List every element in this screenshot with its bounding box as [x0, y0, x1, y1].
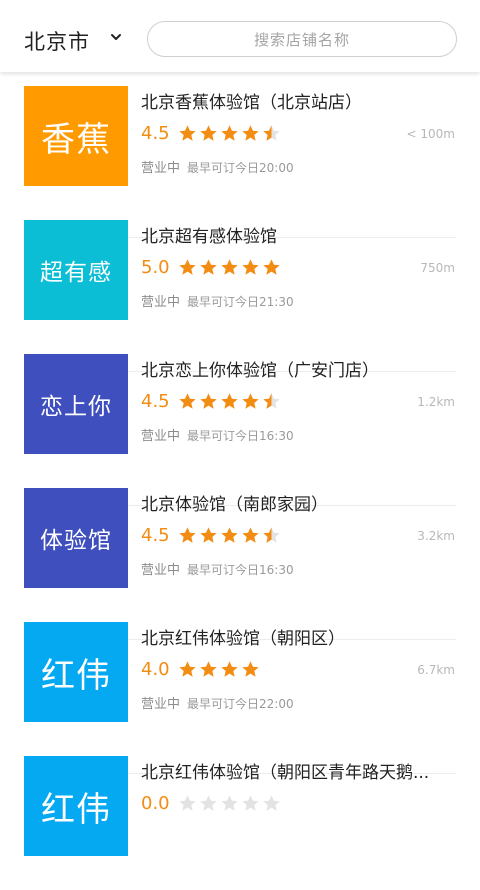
store-distance: 1.2km [417, 395, 455, 409]
rating: 4.0 [141, 657, 260, 681]
star-filled-icon [220, 124, 238, 141]
star-filled-icon [199, 526, 217, 543]
star-filled-icon [220, 258, 238, 275]
earliest-booking: 最早可订今日16:30 [187, 563, 294, 577]
open-status: 营业中 [141, 563, 181, 578]
star-filled-icon [241, 258, 259, 275]
star-filled-icon [241, 660, 259, 677]
earliest-booking: 最早可订今日22:00 [187, 697, 294, 711]
rating-score: 5.0 [141, 256, 170, 278]
star-empty-icon [241, 794, 259, 811]
store-row[interactable]: 体验馆 北京体验馆（南郎家园） 4.5 3.2km 营业中 最早可订今日16:30 [0, 488, 480, 640]
store-name: 北京超有感体验馆 [141, 227, 277, 247]
store-status-line: 营业中 最早可订今日21:30 [141, 291, 294, 310]
store-name: 北京恋上你体验馆（广安门店） [141, 361, 379, 381]
star-filled-icon [178, 392, 196, 409]
star-filled-icon [241, 526, 259, 543]
star-filled-icon [178, 124, 196, 141]
star-empty-icon [220, 794, 238, 811]
chevron-down-icon[interactable] [106, 27, 126, 47]
star-half-icon [262, 124, 280, 141]
city-selector[interactable]: 北京市 [24, 26, 90, 56]
rating-stars [178, 124, 281, 143]
earliest-booking: 最早可订今日20:00 [187, 161, 294, 175]
store-row[interactable]: 红伟 北京红伟体验馆（朝阳区） 4.0 6.7km 营业中 最早可订今日22:00 [0, 622, 480, 774]
store-name: 北京香蕉体验馆（北京站店） [141, 93, 362, 113]
star-filled-icon [199, 660, 217, 677]
star-filled-icon [220, 526, 238, 543]
store-status-line: 营业中 最早可订今日22:00 [141, 693, 294, 712]
star-filled-icon [220, 392, 238, 409]
rating-score: 4.0 [141, 658, 170, 680]
store-row[interactable]: 恋上你 北京恋上你体验馆（广安门店） 4.5 1.2km 营业中 最早可订今日16:30 [0, 354, 480, 506]
store-status-line: 营业中 最早可订今日20:00 [141, 157, 294, 176]
store-distance: < 100m [406, 127, 455, 141]
top-bar: 北京市 搜索店铺名称 [0, 0, 480, 72]
star-filled-icon [178, 258, 196, 275]
star-filled-icon [199, 124, 217, 141]
star-half-icon [262, 526, 280, 543]
rating: 4.5 [141, 121, 281, 145]
star-filled-icon [241, 392, 259, 409]
rating: 4.5 [141, 523, 281, 547]
rating-score: 4.5 [141, 122, 170, 144]
star-empty-icon [178, 794, 196, 811]
store-thumbnail: 超有感 [24, 220, 128, 320]
earliest-booking: 最早可订今日21:30 [187, 295, 294, 309]
store-row[interactable]: 超有感 北京超有感体验馆 5.0 750m 营业中 最早可订今日21:30 [0, 220, 480, 372]
star-filled-icon [199, 258, 217, 275]
star-filled-icon [262, 258, 280, 275]
rating-stars [178, 526, 281, 545]
store-status-line: 营业中 最早可订今日16:30 [141, 425, 294, 444]
open-status: 营业中 [141, 697, 181, 712]
store-row[interactable]: 香蕉 北京香蕉体验馆（北京站店） 4.5 < 100m 营业中 最早可订今日20:00 [0, 86, 480, 238]
rating-score: 0.0 [141, 792, 170, 814]
store-status-line: 营业中 最早可订今日16:30 [141, 559, 294, 578]
rating-stars [178, 794, 281, 813]
store-distance: 6.7km [417, 663, 455, 677]
search-input[interactable]: 搜索店铺名称 [147, 21, 457, 57]
star-filled-icon [241, 124, 259, 141]
store-thumbnail: 香蕉 [24, 86, 128, 186]
star-filled-icon [220, 660, 238, 677]
star-empty-icon [262, 794, 280, 811]
rating-score: 4.5 [141, 524, 170, 546]
rating: 5.0 [141, 255, 281, 279]
earliest-booking: 最早可订今日16:30 [187, 429, 294, 443]
store-thumbnail: 恋上你 [24, 354, 128, 454]
rating-stars [178, 258, 281, 277]
open-status: 营业中 [141, 295, 181, 310]
star-half-icon [262, 392, 280, 409]
store-name: 北京体验馆（南郎家园） [141, 495, 328, 515]
store-thumbnail: 红伟 [24, 756, 128, 856]
rating-stars [178, 660, 260, 679]
store-thumbnail: 体验馆 [24, 488, 128, 588]
star-filled-icon [199, 392, 217, 409]
open-status: 营业中 [141, 161, 181, 176]
store-thumbnail: 红伟 [24, 622, 128, 722]
store-distance: 750m [420, 261, 455, 275]
star-filled-icon [178, 526, 196, 543]
store-name: 北京红伟体验馆（朝阳区） [141, 629, 345, 649]
star-empty-icon [199, 794, 217, 811]
store-name: 北京红伟体验馆（朝阳区青年路天鹅... [141, 763, 430, 783]
store-row[interactable]: 红伟 北京红伟体验馆（朝阳区青年路天鹅... 0.0 [0, 756, 480, 890]
rating: 4.5 [141, 389, 281, 413]
rating-stars [178, 392, 281, 411]
rating: 0.0 [141, 791, 281, 815]
store-distance: 3.2km [417, 529, 455, 543]
search-placeholder: 搜索店铺名称 [253, 30, 350, 49]
rating-score: 4.5 [141, 390, 170, 412]
star-filled-icon [178, 660, 196, 677]
open-status: 营业中 [141, 429, 181, 444]
